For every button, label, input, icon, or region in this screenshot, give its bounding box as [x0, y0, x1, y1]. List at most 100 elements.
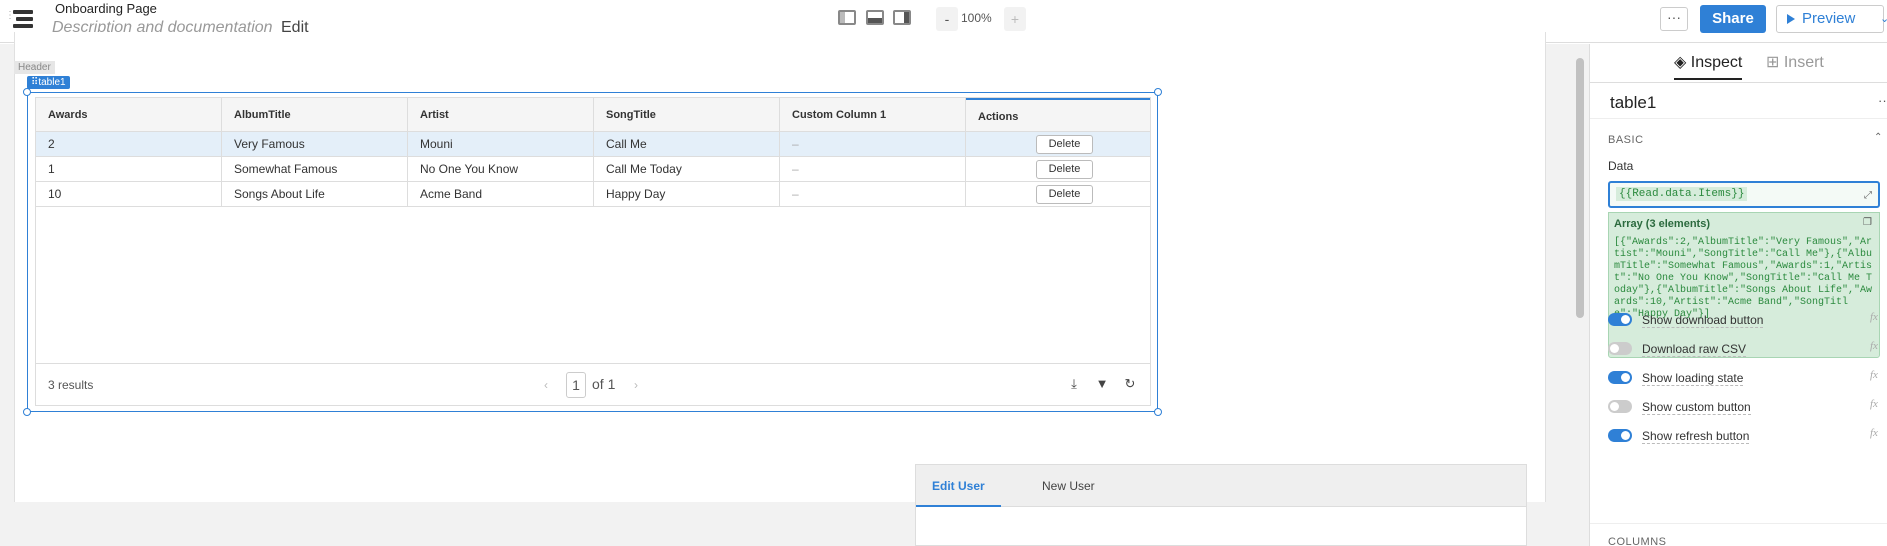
- page-number-input[interactable]: 1: [566, 372, 586, 398]
- toggle-row-show-download[interactable]: Show download button fx: [1608, 311, 1887, 331]
- expand-icon[interactable]: ⤢: [1864, 190, 1872, 201]
- toggle-label: Show download button: [1642, 313, 1764, 328]
- header-section-label: Header: [14, 61, 55, 74]
- cell-actions: Delete: [966, 182, 1150, 207]
- cell-song: Call Me Today: [594, 157, 780, 182]
- chevron-right-icon[interactable]: ›: [634, 378, 638, 392]
- share-button[interactable]: Share: [1700, 5, 1766, 33]
- zoom-control: - 100% +: [936, 7, 1026, 31]
- column-header[interactable]: Awards: [36, 98, 222, 132]
- cell-artist: No One You Know: [408, 157, 594, 182]
- chevron-up-icon[interactable]: ⌃: [1874, 132, 1882, 143]
- column-header[interactable]: SongTitle: [594, 98, 780, 132]
- cell-awards: 2: [36, 132, 222, 157]
- page-total: of 1: [592, 376, 616, 392]
- delete-button[interactable]: Delete: [1036, 160, 1093, 179]
- tab-new-user[interactable]: New User: [1026, 465, 1111, 507]
- evaluated-json: [{"Awards":2,"AlbumTitle":"Very Famous",…: [1614, 237, 1873, 320]
- toggle-switch[interactable]: [1608, 400, 1632, 413]
- more-icon[interactable]: ··: [1878, 93, 1887, 108]
- column-header[interactable]: Artist: [408, 98, 594, 132]
- resize-handle[interactable]: [23, 408, 31, 416]
- evaluated-value-preview: Array (3 elements) ❐ [{"Awards":2,"Album…: [1608, 212, 1880, 358]
- layout-right-panel-icon[interactable]: [893, 10, 911, 25]
- cell-actions: Delete: [966, 157, 1150, 182]
- component-name[interactable]: table1: [1610, 93, 1656, 113]
- toggle-switch[interactable]: [1608, 371, 1632, 384]
- toggle-switch[interactable]: [1608, 429, 1632, 442]
- layout-left-panel-icon[interactable]: [838, 10, 856, 25]
- more-options-button[interactable]: ···: [1660, 7, 1688, 31]
- toggle-switch[interactable]: [1608, 313, 1632, 326]
- column-header[interactable]: Custom Column 1: [780, 98, 966, 132]
- layout-bottom-panel-icon[interactable]: [866, 10, 884, 25]
- zoom-level: 100%: [961, 11, 992, 25]
- canvas-scroll-thumb[interactable]: [1576, 58, 1584, 318]
- fx-icon[interactable]: fx: [1870, 311, 1878, 323]
- cell-actions: Delete: [966, 132, 1150, 157]
- toggle-label: Download raw CSV: [1642, 342, 1747, 357]
- toggle-row-download-raw-csv[interactable]: Download raw CSV fx: [1608, 340, 1887, 360]
- cell-custom: –: [780, 132, 966, 157]
- fx-icon[interactable]: fx: [1870, 398, 1878, 410]
- toggle-switch[interactable]: [1608, 342, 1632, 355]
- layers-icon: ◈: [1674, 54, 1691, 71]
- menu-icon[interactable]: [13, 10, 33, 28]
- toggle-label: Show custom button: [1642, 400, 1751, 415]
- resize-handle[interactable]: [1154, 88, 1162, 96]
- fx-icon[interactable]: fx: [1870, 340, 1878, 352]
- chevron-down-icon[interactable]: ⌄: [1880, 12, 1887, 25]
- table-row[interactable]: 2 Very Famous Mouni Call Me – Delete: [36, 132, 1150, 157]
- tab-insert[interactable]: ⊞ Insert: [1766, 52, 1824, 72]
- copy-icon[interactable]: ❐: [1863, 217, 1872, 228]
- fx-icon[interactable]: fx: [1870, 369, 1878, 381]
- cell-song: Happy Day: [594, 182, 780, 207]
- data-table: Awards AlbumTitle Artist SongTitle Custo…: [35, 97, 1151, 406]
- data-input-value: {{Read.data.Items}}: [1616, 187, 1748, 201]
- table-row[interactable]: 10 Songs About Life Acme Band Happy Day …: [36, 182, 1150, 207]
- data-label: Data: [1608, 159, 1634, 173]
- chevron-left-icon[interactable]: ‹: [544, 378, 548, 392]
- cell-awards: 1: [36, 157, 222, 182]
- cell-album: Very Famous: [222, 132, 408, 157]
- table-row[interactable]: 1 Somewhat Famous No One You Know Call M…: [36, 157, 1150, 182]
- column-header[interactable]: Actions: [966, 98, 1150, 132]
- toggle-label: Show refresh button: [1642, 429, 1750, 444]
- download-icon[interactable]: ⤓: [1067, 376, 1081, 392]
- data-input[interactable]: {{Read.data.Items}} ⤢: [1608, 181, 1880, 208]
- divider: [1590, 82, 1887, 83]
- play-icon: [1787, 14, 1795, 24]
- cell-album: Somewhat Famous: [222, 157, 408, 182]
- cell-custom: –: [780, 182, 966, 207]
- preview-label: Preview: [1802, 10, 1856, 27]
- resize-handle[interactable]: [1154, 408, 1162, 416]
- cell-song: Call Me: [594, 132, 780, 157]
- refresh-icon[interactable]: ↻: [1123, 376, 1137, 392]
- divider: [1590, 523, 1887, 524]
- filter-icon[interactable]: ▼: [1095, 376, 1109, 392]
- column-header[interactable]: AlbumTitle: [222, 98, 408, 132]
- resize-handle[interactable]: [23, 88, 31, 96]
- zoom-out-button[interactable]: -: [936, 7, 958, 31]
- tab-inspect-label: Inspect: [1690, 54, 1743, 71]
- cell-awards: 10: [36, 182, 222, 207]
- toggle-row-show-custom-button[interactable]: Show custom button fx: [1608, 398, 1887, 418]
- toggle-row-show-refresh[interactable]: Show refresh button fx: [1608, 427, 1887, 447]
- drag-handle-icon: ⋮: [5, 10, 15, 21]
- toggle-row-show-loading[interactable]: Show loading state fx: [1608, 369, 1887, 389]
- results-count: 3 results: [48, 378, 94, 392]
- cell-artist: Acme Band: [408, 182, 594, 207]
- divider: [1590, 118, 1887, 119]
- preview-button[interactable]: Preview: [1776, 5, 1884, 33]
- insert-icon: ⊞: [1766, 54, 1784, 71]
- delete-button[interactable]: Delete: [1036, 135, 1093, 154]
- fx-icon[interactable]: fx: [1870, 427, 1878, 439]
- table-component-badge[interactable]: ⠿table1: [27, 76, 70, 89]
- section-basic-heading[interactable]: BASIC: [1608, 134, 1644, 146]
- delete-button[interactable]: Delete: [1036, 185, 1093, 204]
- section-columns-heading[interactable]: COLUMNS: [1608, 536, 1667, 546]
- zoom-in-button[interactable]: +: [1004, 7, 1026, 31]
- tab-inspect[interactable]: ◈ Inspect: [1674, 52, 1743, 80]
- page-title[interactable]: Onboarding Page: [55, 1, 157, 16]
- tab-edit-user[interactable]: Edit User: [916, 465, 1001, 507]
